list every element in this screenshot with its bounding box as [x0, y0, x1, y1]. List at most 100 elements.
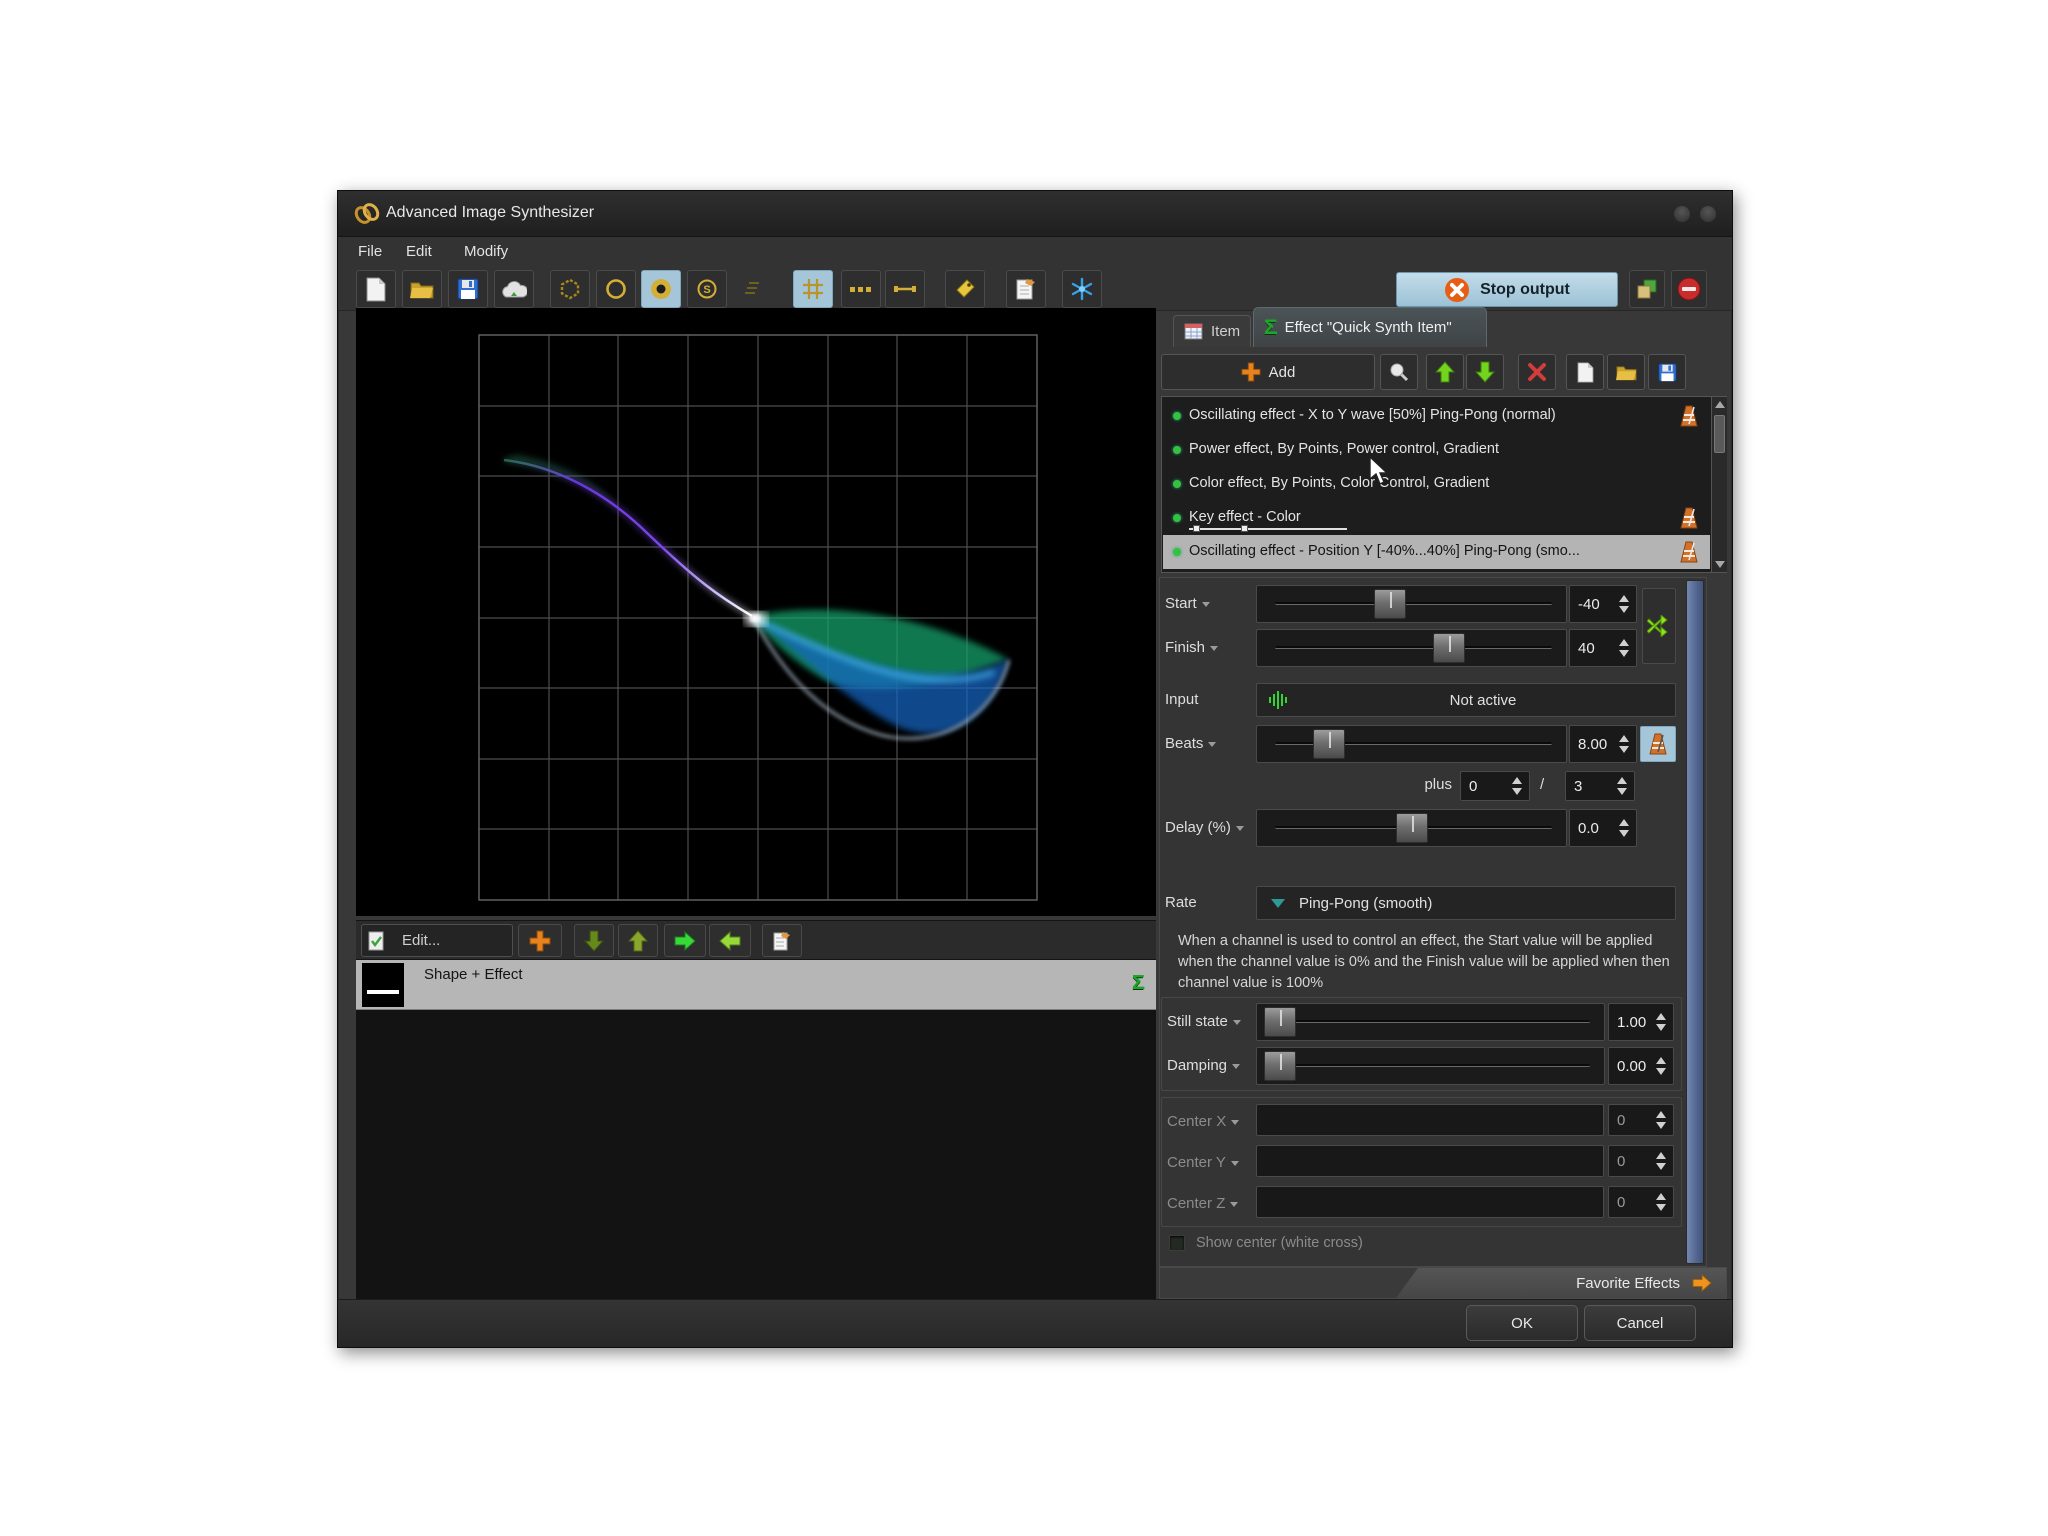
plus-denominator-box[interactable]: 3: [1565, 771, 1635, 801]
start-value-box[interactable]: -40: [1569, 585, 1637, 623]
scroll-up-icon[interactable]: [1715, 401, 1725, 408]
still-state-slider-handle[interactable]: [1264, 1007, 1296, 1037]
start-label[interactable]: Start: [1165, 595, 1210, 612]
filled-circle-shape-button[interactable]: [641, 270, 681, 308]
search-effect-button[interactable]: [1380, 354, 1418, 390]
finish-slider-handle[interactable]: [1433, 633, 1465, 663]
circle-shape-button[interactable]: [596, 270, 636, 308]
menu-edit[interactable]: Edit: [400, 241, 438, 262]
shape-list-empty-area[interactable]: [356, 1010, 1156, 1300]
menu-file[interactable]: File: [352, 241, 388, 262]
damping-spinner[interactable]: [1652, 1048, 1670, 1084]
beats-metronome-button[interactable]: [1640, 726, 1676, 762]
blackout-button[interactable]: [1671, 270, 1707, 308]
cancel-button[interactable]: Cancel: [1584, 1305, 1696, 1341]
center-y-value-box[interactable]: 0: [1608, 1145, 1674, 1177]
beats-label[interactable]: Beats: [1165, 735, 1216, 752]
damping-slider[interactable]: [1256, 1047, 1605, 1085]
cloud-button[interactable]: [494, 270, 534, 308]
beats-slider-handle[interactable]: [1313, 729, 1345, 759]
still-state-label[interactable]: Still state: [1167, 1013, 1241, 1030]
effect-move-down-button[interactable]: [1466, 354, 1504, 390]
delay-spinner[interactable]: [1615, 810, 1633, 846]
stop-output-button[interactable]: Stop output: [1396, 272, 1618, 307]
finish-spinner[interactable]: [1615, 630, 1633, 666]
finish-value-box[interactable]: 40: [1569, 629, 1637, 667]
scrollbar-thumb[interactable]: [1714, 415, 1725, 453]
start-slider-handle[interactable]: [1374, 589, 1406, 619]
finish-slider[interactable]: [1256, 629, 1567, 667]
start-spinner[interactable]: [1615, 586, 1633, 622]
tab-item[interactable]: Item: [1173, 315, 1251, 347]
shape-list-item-selected[interactable]: Shape + Effect Σ: [356, 960, 1156, 1010]
effect-row-3[interactable]: Color effect, By Points, Color Control, …: [1163, 467, 1710, 501]
effect-row-5-selected[interactable]: Oscillating effect - Position Y [-40%...…: [1163, 535, 1710, 569]
open-button[interactable]: [402, 270, 442, 308]
damping-value-box[interactable]: 0.00: [1608, 1047, 1674, 1085]
finish-label[interactable]: Finish: [1165, 639, 1218, 656]
show-center-checkbox[interactable]: [1169, 1235, 1185, 1251]
edit-button[interactable]: Edit...: [361, 924, 513, 957]
hexagon-shape-button[interactable]: [550, 270, 590, 308]
center-x-spinner[interactable]: [1652, 1105, 1670, 1135]
save-effect-button[interactable]: [1648, 354, 1686, 390]
copy-scene-button[interactable]: [1629, 270, 1665, 308]
segment-toggle-button[interactable]: [885, 270, 925, 308]
effect-list-scrollbar[interactable]: [1711, 397, 1727, 572]
new-effect-list-button[interactable]: [1566, 354, 1604, 390]
load-effect-button[interactable]: [1607, 354, 1645, 390]
shape-properties-button[interactable]: [762, 924, 802, 957]
plus-value-box[interactable]: 0: [1460, 771, 1530, 801]
window-minimize-icon[interactable]: [1674, 206, 1690, 222]
delay-slider[interactable]: [1256, 809, 1567, 847]
center-z-value-box[interactable]: 0: [1608, 1186, 1674, 1218]
swap-start-finish-button[interactable]: [1642, 588, 1676, 664]
move-down-button[interactable]: [574, 924, 614, 957]
title-bar[interactable]: Advanced Image Synthesizer: [338, 191, 1732, 237]
delete-effect-button[interactable]: [1518, 354, 1556, 390]
still-state-spinner[interactable]: [1652, 1004, 1670, 1040]
delay-label[interactable]: Delay (%): [1165, 819, 1244, 836]
plus-spinner[interactable]: [1508, 772, 1526, 800]
points-toggle-button[interactable]: [841, 270, 881, 308]
spiral-shape-button[interactable]: S: [687, 270, 727, 308]
laser-preview-canvas[interactable]: [356, 308, 1156, 916]
effect-row-1[interactable]: Oscillating effect - X to Y wave [50%] P…: [1163, 399, 1710, 433]
center-z-spinner[interactable]: [1652, 1187, 1670, 1217]
window-close-icon[interactable]: [1700, 206, 1716, 222]
move-right-button[interactable]: [664, 924, 706, 957]
damping-slider-handle[interactable]: [1264, 1051, 1296, 1081]
effect-row-2[interactable]: Power effect, By Points, Power control, …: [1163, 433, 1710, 467]
beats-slider[interactable]: [1256, 725, 1567, 763]
beats-spinner[interactable]: [1615, 726, 1633, 762]
input-source-button[interactable]: Not active: [1256, 683, 1676, 717]
favorite-effects-button[interactable]: Favorite Effects: [1396, 1268, 1726, 1298]
center-x-value-box[interactable]: 0: [1608, 1104, 1674, 1136]
start-slider[interactable]: [1256, 585, 1567, 623]
save-button[interactable]: [448, 270, 488, 308]
menu-modify[interactable]: Modify: [458, 241, 514, 262]
new-document-button[interactable]: [356, 270, 396, 308]
damping-label[interactable]: Damping: [1167, 1057, 1240, 1074]
tag-button[interactable]: [945, 270, 985, 308]
properties-button[interactable]: [1006, 270, 1046, 308]
denominator-spinner[interactable]: [1613, 772, 1631, 800]
tab-effect[interactable]: Σ Effect "Quick Synth Item": [1253, 307, 1487, 347]
add-effect-button[interactable]: Add: [1161, 354, 1375, 390]
move-up-button[interactable]: [618, 924, 658, 957]
freeze-button[interactable]: [1062, 270, 1102, 308]
ok-button[interactable]: OK: [1466, 1305, 1578, 1341]
still-state-value-box[interactable]: 1.00: [1608, 1003, 1674, 1041]
center-y-spinner[interactable]: [1652, 1146, 1670, 1176]
delay-slider-handle[interactable]: [1396, 813, 1428, 843]
rate-dropdown[interactable]: Ping-Pong (smooth): [1256, 886, 1676, 920]
effect-move-up-button[interactable]: [1426, 354, 1464, 390]
effect-row-4[interactable]: Key effect - Color: [1163, 501, 1710, 535]
grid-toggle-button[interactable]: [793, 270, 833, 308]
move-left-button[interactable]: [709, 924, 751, 957]
parameters-scrollbar[interactable]: [1686, 580, 1704, 1264]
still-state-slider[interactable]: [1256, 1003, 1605, 1041]
add-shape-button[interactable]: [518, 924, 562, 957]
delay-value-box[interactable]: 0.0: [1569, 809, 1637, 847]
beats-value-box[interactable]: 8.00: [1569, 725, 1637, 763]
